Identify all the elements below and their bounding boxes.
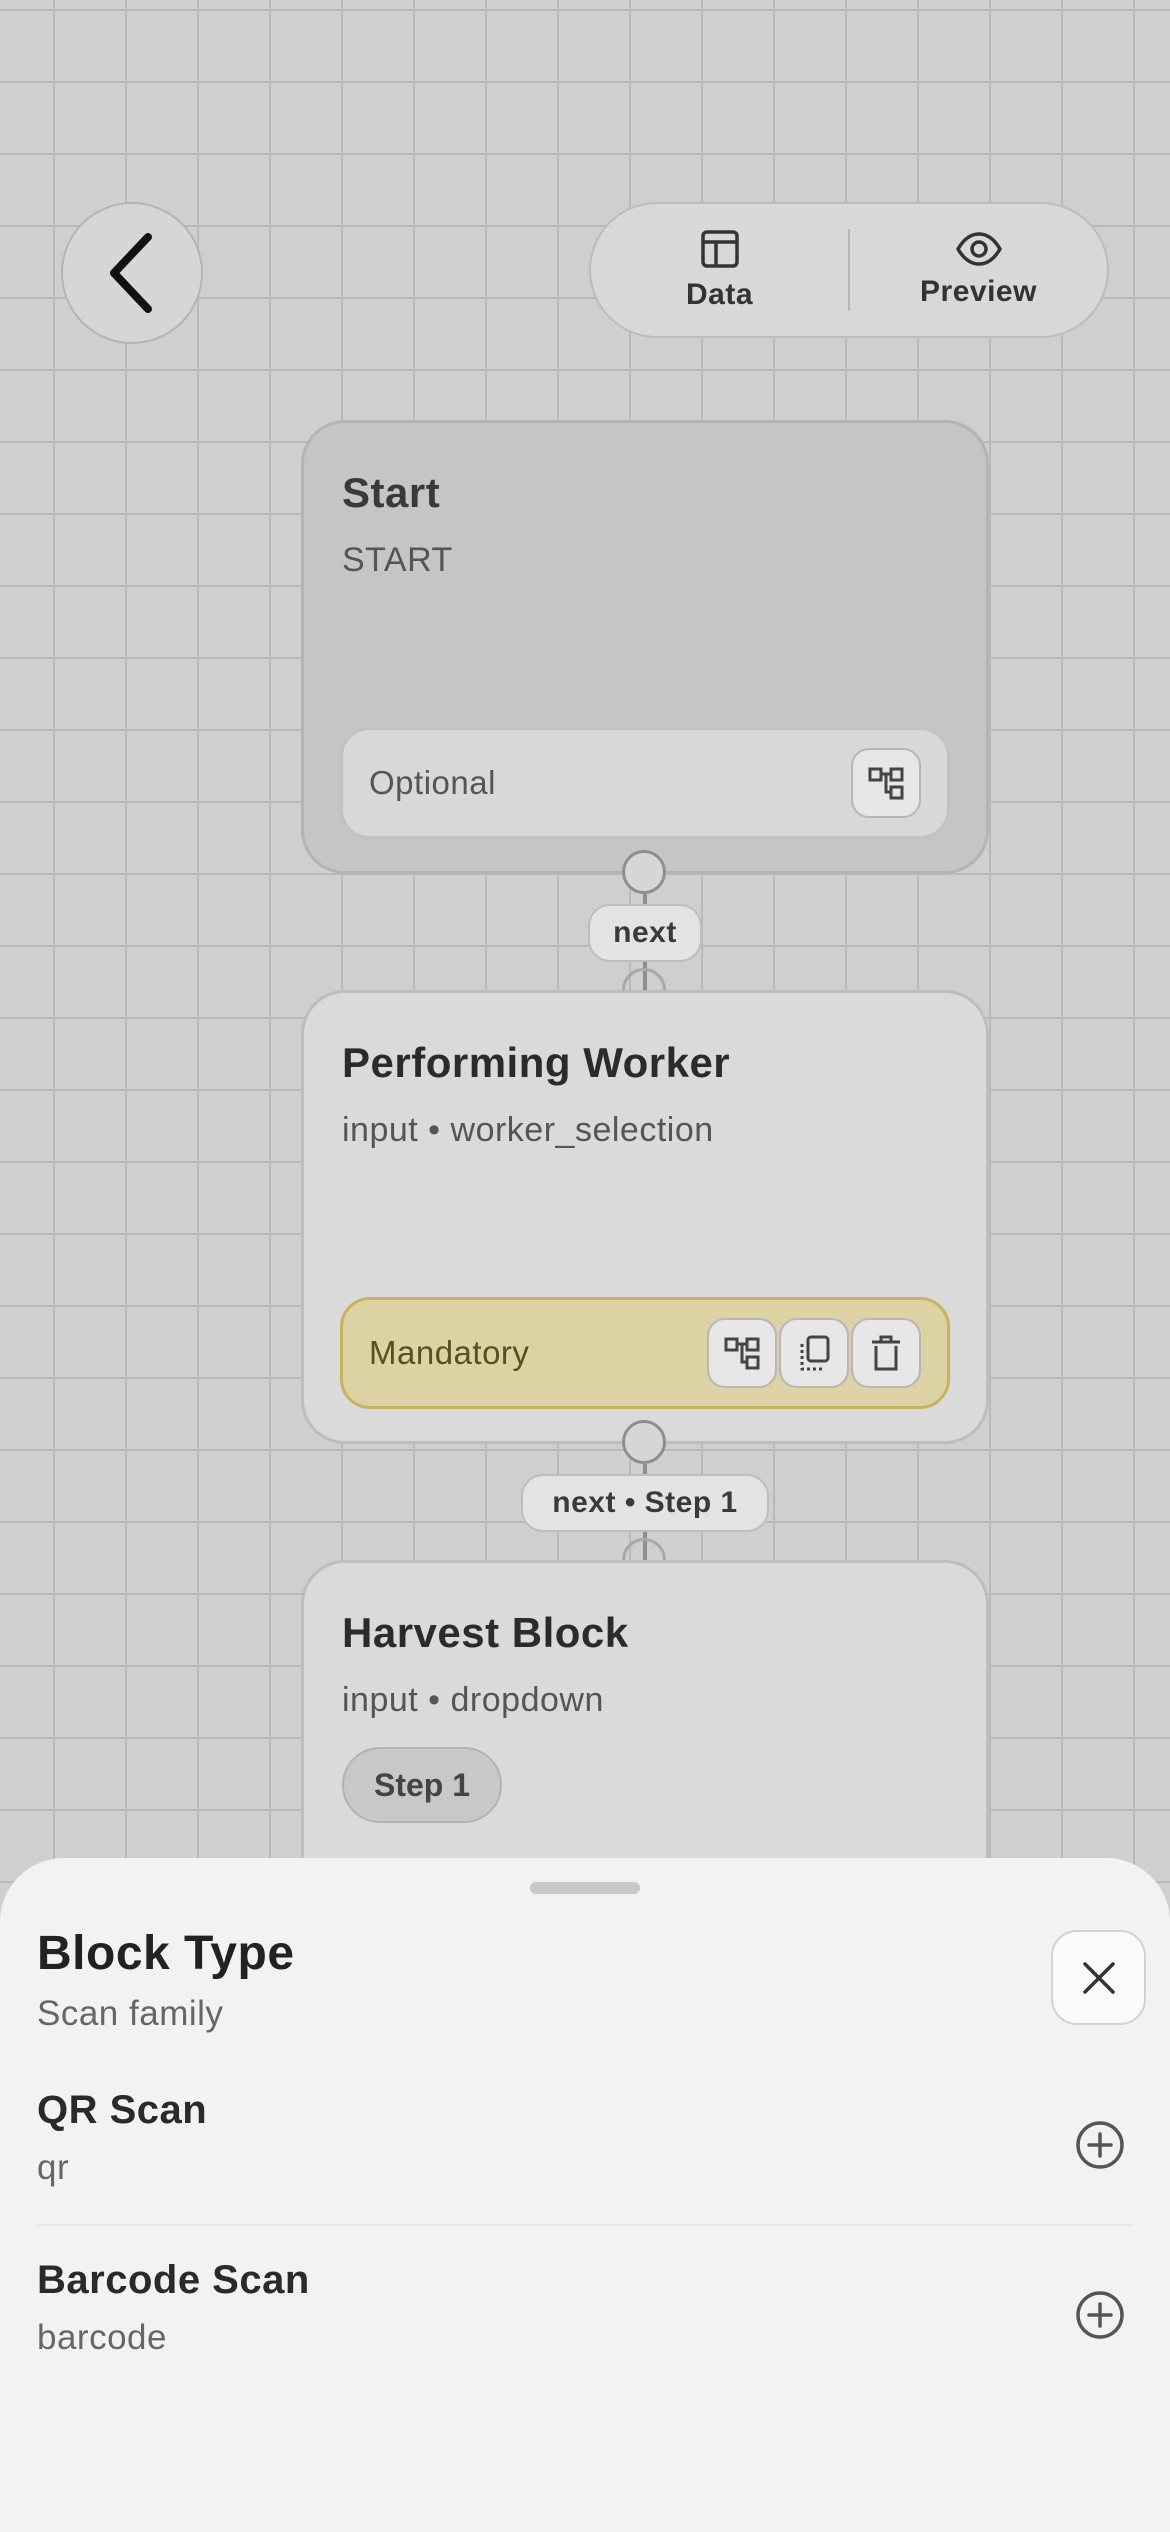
sheet-title: Block Type	[37, 1927, 295, 1980]
preview-button[interactable]: Preview	[850, 204, 1107, 336]
plus-circle-icon[interactable]	[1073, 2118, 1127, 2172]
output-port[interactable]	[622, 850, 666, 894]
sheet-grabber[interactable]	[530, 1882, 640, 1894]
data-button-label: Data	[685, 278, 754, 311]
duplicate-icon	[800, 1335, 830, 1371]
option-qr-scan[interactable]: QR Scan qr	[37, 2076, 1133, 2226]
chevron-left-icon	[110, 233, 152, 313]
eye-icon	[955, 232, 1002, 266]
node-title: Performing Worker	[342, 1039, 731, 1086]
option-barcode-scan[interactable]: Barcode Scan barcode	[37, 2246, 1133, 2396]
branch-button[interactable]	[851, 748, 921, 818]
delete-button[interactable]	[851, 1318, 921, 1388]
block-type-sheet: Block Type Scan family QR Scan qr Barcod…	[0, 1858, 1170, 2532]
node-subtitle: input • dropdown	[342, 1681, 604, 1719]
requirement-label: Optional	[369, 764, 496, 801]
branch-button[interactable]	[707, 1318, 777, 1388]
table-icon	[700, 230, 739, 268]
trash-icon	[872, 1335, 900, 1371]
performing-worker-node[interactable]: Performing Worker input • worker_selecti…	[301, 990, 989, 1444]
option-key: qr	[37, 2148, 70, 2187]
plus-circle-icon[interactable]	[1073, 2288, 1127, 2342]
top-toolbar: Data Preview	[589, 202, 1109, 338]
requirement-label: Mandatory	[369, 1334, 530, 1371]
sheet-subtitle: Scan family	[37, 1994, 224, 2033]
node-footer-optional: Optional	[340, 727, 950, 839]
option-key: barcode	[37, 2318, 167, 2357]
node-footer-mandatory: Mandatory	[340, 1297, 950, 1409]
node-subtitle: START	[342, 541, 453, 579]
edge-label: next	[588, 904, 702, 962]
data-button[interactable]: Data	[591, 204, 848, 336]
start-node[interactable]: Start START Optional	[301, 420, 989, 874]
node-title: Harvest Block	[342, 1609, 629, 1656]
output-port[interactable]	[622, 1420, 666, 1464]
duplicate-button[interactable]	[779, 1318, 849, 1388]
step-chip: Step 1	[342, 1747, 503, 1823]
preview-button-label: Preview	[920, 275, 1037, 308]
branch-icon	[868, 767, 904, 800]
branch-icon	[724, 1337, 760, 1370]
back-button[interactable]	[61, 202, 203, 344]
option-name: QR Scan	[37, 2088, 208, 2132]
node-subtitle: input • worker_selection	[342, 1111, 714, 1149]
close-icon	[1082, 1961, 1115, 1994]
edge-label: next • Step 1	[521, 1474, 769, 1532]
close-button[interactable]	[1051, 1930, 1146, 2025]
node-title: Start	[342, 469, 441, 516]
option-name: Barcode Scan	[37, 2258, 310, 2302]
